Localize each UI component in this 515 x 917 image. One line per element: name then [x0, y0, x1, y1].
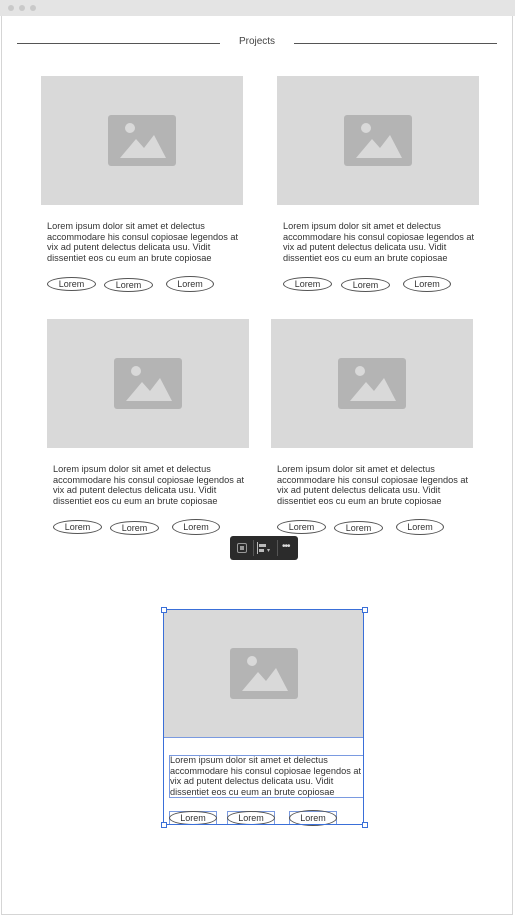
- card-description: Lorem ipsum dolor sit amet et delectus a…: [47, 221, 239, 263]
- group-icon[interactable]: [237, 543, 247, 553]
- tag-pill[interactable]: Lorem: [47, 277, 96, 291]
- tag-pill[interactable]: Lorem: [172, 519, 220, 535]
- card-image-placeholder[interactable]: [277, 76, 479, 205]
- resize-handle[interactable]: [362, 822, 368, 828]
- window-dot-icon[interactable]: [19, 5, 25, 11]
- card-description: Lorem ipsum dolor sit amet et delectus a…: [283, 221, 475, 263]
- section-heading: Projects: [238, 36, 276, 47]
- floating-toolbar: ▾ •••: [230, 536, 298, 560]
- toolbar-separator: [253, 540, 254, 556]
- card-image-placeholder[interactable]: [271, 319, 473, 448]
- card-image-placeholder[interactable]: [47, 319, 249, 448]
- tag-pill[interactable]: Lorem: [396, 519, 444, 535]
- tag-pill[interactable]: Lorem: [104, 278, 153, 292]
- selection-box[interactable]: [163, 609, 364, 825]
- image-icon: [344, 115, 412, 166]
- heading-divider-left: [17, 43, 220, 44]
- toolbar-separator: [277, 540, 278, 556]
- card-description: Lorem ipsum dolor sit amet et delectus a…: [277, 464, 469, 506]
- tag-pill[interactable]: Lorem: [53, 520, 102, 534]
- image-icon: [108, 115, 176, 166]
- tag-pill[interactable]: Lorem: [334, 521, 383, 535]
- window-dot-icon[interactable]: [30, 5, 36, 11]
- heading-divider-right: [294, 43, 497, 44]
- tag-pill[interactable]: Lorem: [341, 278, 390, 292]
- image-icon: [114, 358, 182, 409]
- more-icon[interactable]: •••: [282, 541, 294, 553]
- align-icon[interactable]: ▾: [257, 542, 273, 554]
- resize-handle[interactable]: [161, 607, 167, 613]
- tag-pill[interactable]: Lorem: [277, 520, 326, 534]
- tag-pill[interactable]: Lorem: [403, 276, 451, 292]
- tag-pill[interactable]: Lorem: [283, 277, 332, 291]
- resize-handle[interactable]: [161, 822, 167, 828]
- window-dot-icon[interactable]: [8, 5, 14, 11]
- tag-pill[interactable]: Lorem: [166, 276, 214, 292]
- resize-handle[interactable]: [362, 607, 368, 613]
- card-description: Lorem ipsum dolor sit amet et delectus a…: [53, 464, 245, 506]
- tag-pill[interactable]: Lorem: [110, 521, 159, 535]
- image-icon: [338, 358, 406, 409]
- card-image-placeholder[interactable]: [41, 76, 243, 205]
- window-titlebar: [0, 0, 515, 16]
